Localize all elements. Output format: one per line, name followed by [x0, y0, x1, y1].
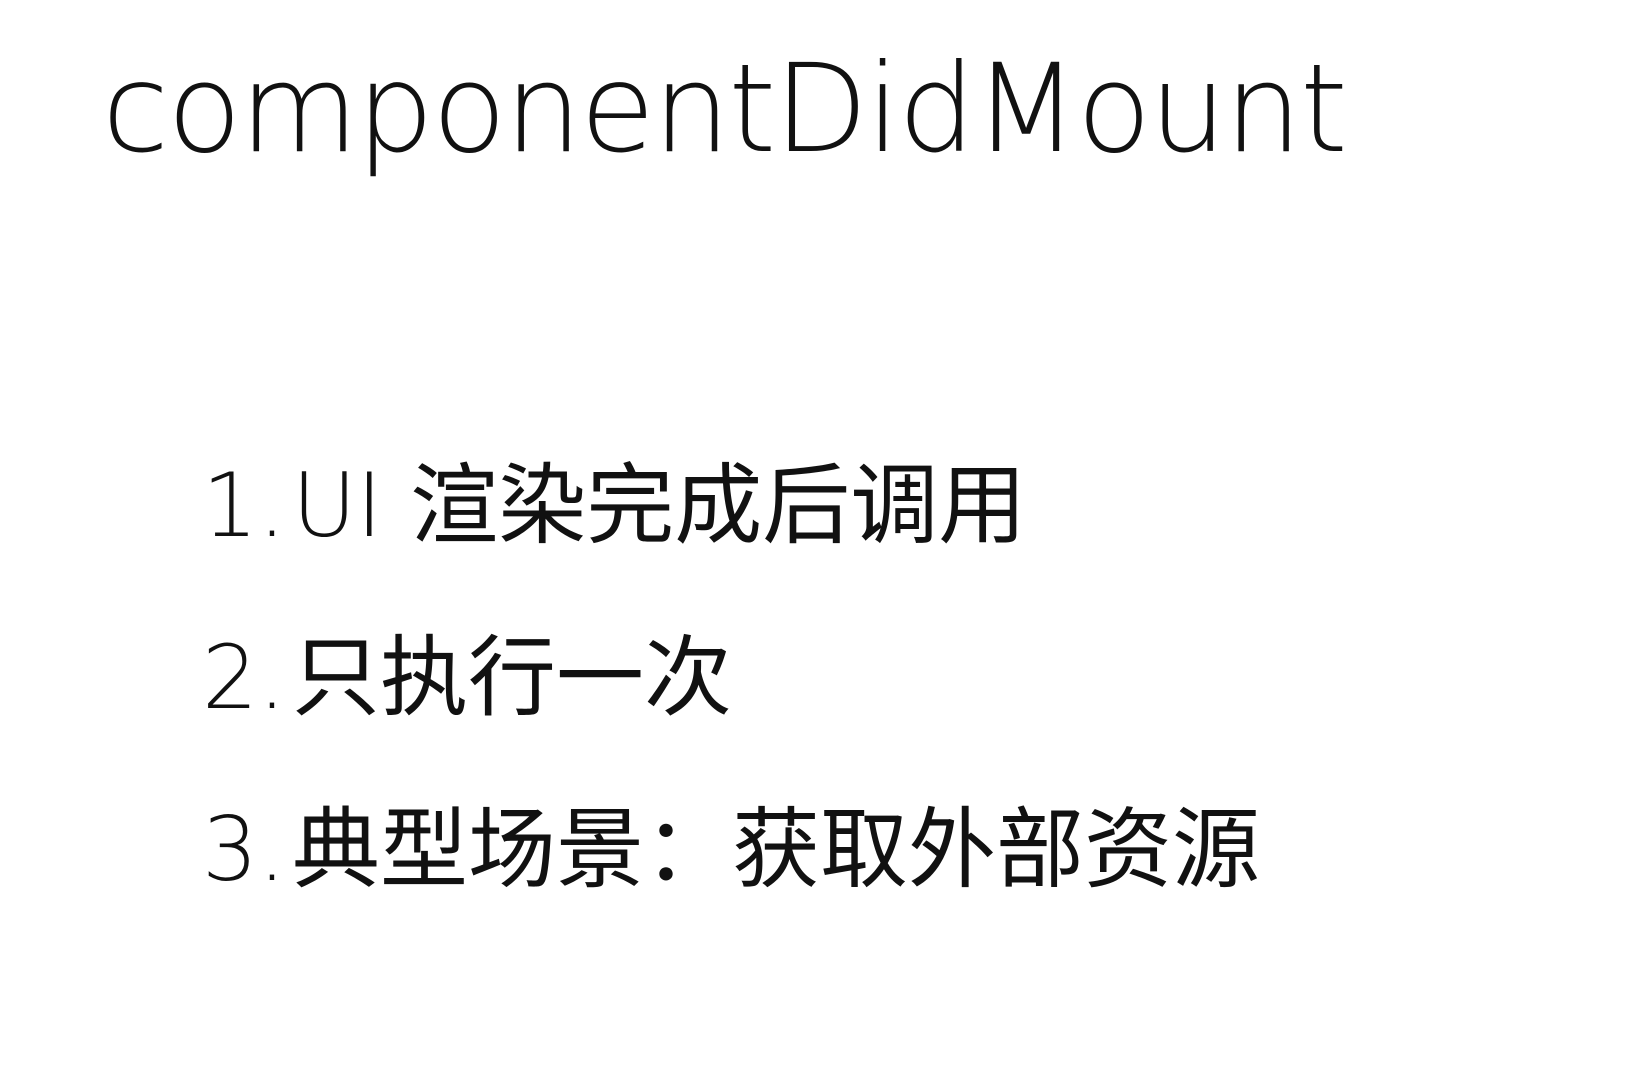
list-item: 1.UI 渲染完成后调用: [202, 455, 1260, 627]
slide-title: componentDidMount: [102, 38, 1348, 180]
point-number: 3.: [202, 798, 286, 901]
slide: componentDidMount 1.UI 渲染完成后调用 2.只执行一次 3…: [0, 0, 1626, 1092]
point-text: UI 渲染完成后调用: [291, 454, 1027, 557]
list-item: 3.典型场景：获取外部资源: [202, 799, 1260, 971]
point-list: 1.UI 渲染完成后调用 2.只执行一次 3.典型场景：获取外部资源: [202, 455, 1260, 971]
point-text: 典型场景：获取外部资源: [291, 798, 1260, 901]
point-number: 1.: [202, 454, 286, 557]
point-number: 2.: [202, 626, 286, 729]
list-item: 2.只执行一次: [202, 627, 1260, 799]
point-text: 只执行一次: [291, 626, 732, 729]
